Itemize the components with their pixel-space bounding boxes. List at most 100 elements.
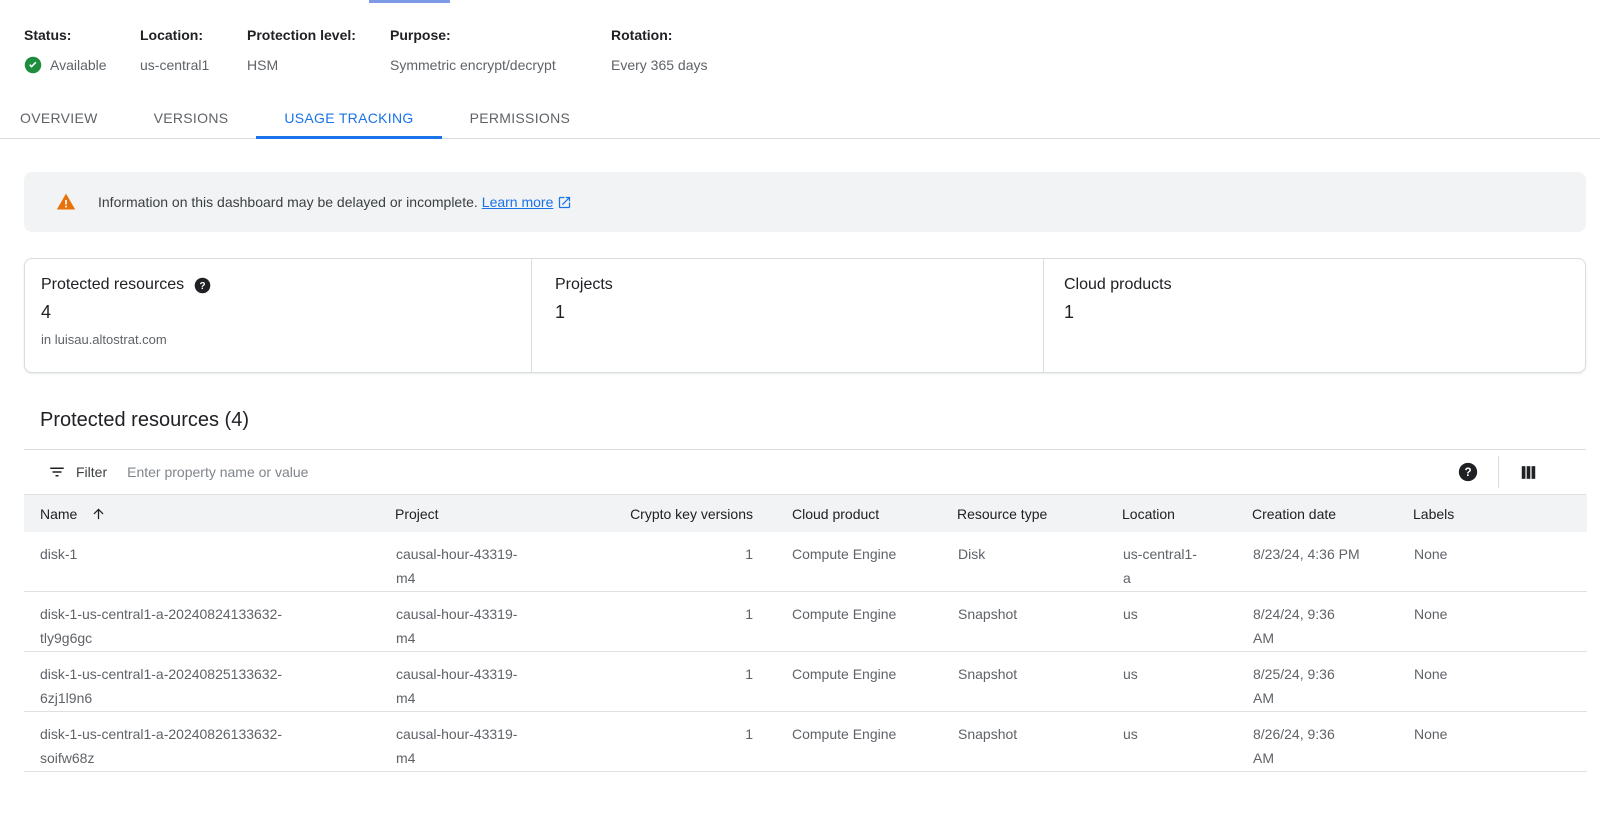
cell-cloud-product: Compute Engine [757, 652, 957, 712]
status-value: Available [24, 55, 140, 75]
protection-level-value: HSM [247, 55, 390, 75]
cell-resource-type: Disk [957, 532, 1122, 592]
open-in-new-icon[interactable] [557, 195, 572, 210]
rotation-field: Rotation: Every 365 days [611, 25, 708, 75]
tab-permissions[interactable]: PERMISSIONS [442, 101, 599, 139]
table-row: disk-1-us-central1-a-20240826133632-soif… [24, 712, 1587, 772]
column-header-cloud-product[interactable]: Cloud product [757, 495, 957, 532]
cell-project: causal-hour-43319-m4 [395, 652, 545, 712]
banner-message: Information on this dashboard may be del… [98, 194, 478, 210]
cell-cloud-product: Compute Engine [757, 712, 957, 772]
column-header-creation-date[interactable]: Creation date [1252, 495, 1413, 532]
cell-name: disk-1-us-central1-a-20240826133632-soif… [24, 712, 395, 772]
cell-project: causal-hour-43319-m4 [395, 532, 545, 592]
cloud-products-count: 1 [1064, 302, 1585, 323]
filter-actions-divider [1498, 456, 1499, 488]
column-header-project[interactable]: Project [395, 495, 545, 532]
kms-key-usage-tracking-page: Status: Available Location: us-central1 … [0, 0, 1600, 821]
key-details-bar: Status: Available Location: us-central1 … [0, 0, 1600, 75]
cell-name: disk-1-us-central1-a-20240824133632-tly9… [24, 592, 395, 652]
cell-labels: None [1413, 712, 1587, 772]
cell-crypto-key-versions: 1 [545, 532, 757, 592]
protected-resources-table-card: Filter ? Name [24, 449, 1586, 772]
cell-project: causal-hour-43319-m4 [395, 712, 545, 772]
svg-text:?: ? [200, 281, 206, 292]
cutoff-tab-indicator [369, 0, 450, 3]
cell-resource-type: Snapshot [957, 652, 1122, 712]
cell-creation-date: 8/26/24, 9:36 AM [1252, 712, 1413, 772]
cell-location: us-central1-a [1122, 532, 1252, 592]
protected-resources-subtitle: in luisau.altostrat.com [41, 332, 531, 347]
filter-actions: ? [1458, 456, 1586, 488]
cell-creation-date: 8/23/24, 4:36 PM [1252, 532, 1413, 592]
purpose-field: Purpose: Symmetric encrypt/decrypt [390, 25, 611, 75]
table-row: disk-1-us-central1-a-20240825133632-6zj1… [24, 652, 1587, 712]
purpose-value: Symmetric encrypt/decrypt [390, 55, 611, 75]
rotation-value: Every 365 days [611, 55, 708, 75]
protection-level-field: Protection level: HSM [247, 25, 390, 75]
check-circle-icon [24, 56, 42, 74]
filter-label[interactable]: Filter [76, 464, 107, 480]
status-field: Status: Available [24, 25, 140, 75]
filter-input[interactable] [125, 463, 1458, 481]
column-display-icon[interactable] [1519, 463, 1538, 482]
projects-title: Projects [555, 276, 613, 294]
cloud-products-title: Cloud products [1064, 276, 1172, 294]
filter-list-icon [48, 463, 66, 481]
location-field: Location: us-central1 [140, 25, 247, 75]
tab-versions[interactable]: VERSIONS [126, 101, 257, 139]
summary-card: Protected resources ? 4 in luisau.altost… [24, 258, 1586, 373]
cell-resource-type: Snapshot [957, 592, 1122, 652]
cell-location: us [1122, 652, 1252, 712]
projects-summary: Projects 1 [531, 259, 1043, 372]
cell-name: disk-1-us-central1-a-20240825133632-6zj1… [24, 652, 395, 712]
column-header-labels[interactable]: Labels [1413, 495, 1587, 532]
cell-crypto-key-versions: 1 [545, 712, 757, 772]
svg-text:?: ? [1464, 466, 1471, 479]
cell-cloud-product: Compute Engine [757, 592, 957, 652]
cell-creation-date: 8/25/24, 9:36 AM [1252, 652, 1413, 712]
location-value: us-central1 [140, 55, 247, 75]
status-label: Status: [24, 25, 140, 45]
table-help-icon[interactable]: ? [1458, 462, 1478, 482]
cell-labels: None [1413, 592, 1587, 652]
tab-overview[interactable]: OVERVIEW [0, 101, 126, 139]
cell-location: us [1122, 712, 1252, 772]
cell-crypto-key-versions: 1 [545, 592, 757, 652]
cell-creation-date: 8/24/24, 9:36 AM [1252, 592, 1413, 652]
purpose-label: Purpose: [390, 25, 611, 45]
warning-triangle-icon [56, 192, 76, 212]
cell-name: disk-1 [24, 532, 395, 592]
cell-resource-type: Snapshot [957, 712, 1122, 772]
learn-more-link[interactable]: Learn more [482, 194, 554, 210]
cell-cloud-product: Compute Engine [757, 532, 957, 592]
projects-count: 1 [555, 302, 1043, 323]
cell-labels: None [1413, 532, 1587, 592]
sort-ascending-icon[interactable] [91, 506, 106, 521]
section-heading: Protected resources (4) [40, 405, 1600, 435]
column-header-crypto-key-versions[interactable]: Crypto key versions [545, 495, 757, 532]
help-icon[interactable]: ? [194, 277, 211, 294]
cloud-products-summary: Cloud products 1 [1043, 259, 1585, 372]
tab-usage-tracking[interactable]: USAGE TRACKING [256, 101, 441, 139]
protected-resources-count: 4 [41, 302, 531, 323]
column-header-name[interactable]: Name [24, 495, 395, 532]
protected-resources-title: Protected resources [41, 276, 184, 294]
cell-labels: None [1413, 652, 1587, 712]
column-header-resource-type[interactable]: Resource type [957, 495, 1122, 532]
location-label: Location: [140, 25, 247, 45]
cell-location: us [1122, 592, 1252, 652]
cell-crypto-key-versions: 1 [545, 652, 757, 712]
filter-bar: Filter ? [24, 450, 1586, 495]
protection-level-label: Protection level: [247, 25, 390, 45]
status-text: Available [50, 55, 107, 75]
protected-resources-table: Name Project Crypto key versions Cloud p… [24, 495, 1587, 772]
table-row: disk-1-us-central1-a-20240824133632-tly9… [24, 592, 1587, 652]
table-row: disk-1 causal-hour-43319-m4 1 Compute En… [24, 532, 1587, 592]
cell-project: causal-hour-43319-m4 [395, 592, 545, 652]
tab-bar: OVERVIEW VERSIONS USAGE TRACKING PERMISS… [0, 101, 1600, 139]
column-header-location[interactable]: Location [1122, 495, 1252, 532]
table-header-row: Name Project Crypto key versions Cloud p… [24, 495, 1587, 532]
warning-banner: Information on this dashboard may be del… [24, 172, 1586, 232]
protected-resources-summary: Protected resources ? 4 in luisau.altost… [25, 259, 531, 372]
